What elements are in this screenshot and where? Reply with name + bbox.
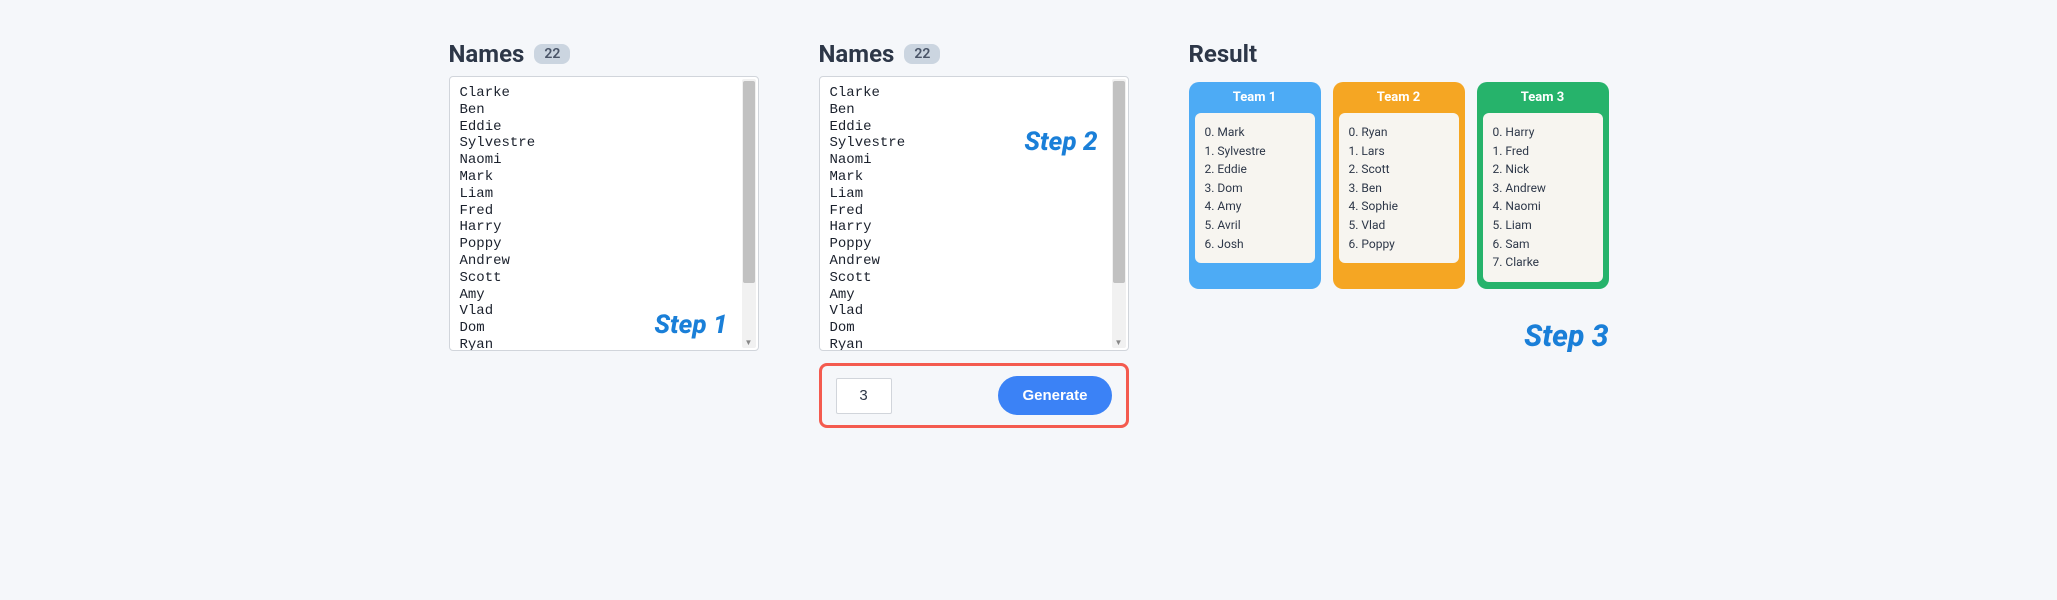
list-item: Ben: [1349, 179, 1449, 198]
team1-list: MarkSylvestreEddieDomAmyAvrilJosh: [1205, 123, 1305, 253]
list-item: Scott: [1349, 160, 1449, 179]
scroll-down-icon[interactable]: ▼: [742, 336, 756, 348]
team3-header: Team 3: [1477, 82, 1609, 113]
scroll-down-icon[interactable]: ▼: [1112, 336, 1126, 348]
list-item: Liam: [1493, 216, 1593, 235]
list-item: Eddie: [1205, 160, 1305, 179]
list-item: Clarke: [1493, 253, 1593, 272]
list-item: Harry: [1493, 123, 1593, 142]
step1-panel: Names 22 Clarke Ben Eddie Sylvestre Naom…: [449, 40, 759, 351]
team3-list: HarryFredNickAndrewNaomiLiamSamClarke: [1493, 123, 1593, 272]
list-item: Amy: [1205, 197, 1305, 216]
scrollbar-thumb[interactable]: [743, 81, 755, 283]
team-count-input[interactable]: [836, 378, 892, 414]
team2-body: RyanLarsScottBenSophieVladPoppy: [1339, 113, 1459, 263]
list-item: Poppy: [1349, 235, 1449, 254]
panel2-count-badge: 22: [904, 44, 940, 64]
list-item: Lars: [1349, 142, 1449, 161]
team1-body: MarkSylvestreEddieDomAmyAvrilJosh: [1195, 113, 1315, 263]
team2-list: RyanLarsScottBenSophieVladPoppy: [1349, 123, 1449, 253]
panel2-scrollbar[interactable]: ▲ ▼: [1112, 79, 1126, 348]
step2-panel: Names 22 Clarke Ben Eddie Sylvestre Naom…: [819, 40, 1129, 428]
panel2-header: Names 22: [819, 40, 1129, 68]
list-item: Andrew: [1493, 179, 1593, 198]
panel1-names-textarea[interactable]: Clarke Ben Eddie Sylvestre Naomi Mark Li…: [449, 76, 759, 351]
step3-label: Step 3: [1189, 319, 1609, 354]
teams-row: Team 1 MarkSylvestreEddieDomAmyAvrilJosh…: [1189, 82, 1609, 289]
list-item: Avril: [1205, 216, 1305, 235]
list-item: Dom: [1205, 179, 1305, 198]
list-item: Sam: [1493, 235, 1593, 254]
team2-header: Team 2: [1333, 82, 1465, 113]
team-card-3: Team 3 HarryFredNickAndrewNaomiLiamSamCl…: [1477, 82, 1609, 289]
list-item: Vlad: [1349, 216, 1449, 235]
team1-header: Team 1: [1189, 82, 1321, 113]
team-card-2: Team 2 RyanLarsScottBenSophieVladPoppy: [1333, 82, 1465, 289]
panel1-names-content: Clarke Ben Eddie Sylvestre Naomi Mark Li…: [460, 85, 748, 351]
team-card-1: Team 1 MarkSylvestreEddieDomAmyAvrilJosh: [1189, 82, 1321, 289]
panel2-title: Names: [819, 40, 895, 68]
panel2-names-content: Clarke Ben Eddie Sylvestre Naomi Mark Li…: [830, 85, 1118, 351]
panel1-count-badge: 22: [534, 44, 570, 64]
list-item: Josh: [1205, 235, 1305, 254]
team3-body: HarryFredNickAndrewNaomiLiamSamClarke: [1483, 113, 1603, 282]
generate-controls: Generate: [819, 363, 1129, 428]
panel1-header: Names 22: [449, 40, 759, 68]
list-item: Naomi: [1493, 197, 1593, 216]
list-item: Nick: [1493, 160, 1593, 179]
list-item: Mark: [1205, 123, 1305, 142]
result-panel: Result Team 1 MarkSylvestreEddieDomAmyAv…: [1189, 40, 1609, 354]
result-title: Result: [1189, 40, 1609, 68]
panel2-names-textarea[interactable]: Clarke Ben Eddie Sylvestre Naomi Mark Li…: [819, 76, 1129, 351]
list-item: Ryan: [1349, 123, 1449, 142]
list-item: Sophie: [1349, 197, 1449, 216]
list-item: Fred: [1493, 142, 1593, 161]
panel1-title: Names: [449, 40, 525, 68]
panel1-scrollbar[interactable]: ▲ ▼: [742, 79, 756, 348]
generate-button[interactable]: Generate: [998, 376, 1111, 415]
list-item: Sylvestre: [1205, 142, 1305, 161]
scrollbar-thumb[interactable]: [1113, 81, 1125, 283]
